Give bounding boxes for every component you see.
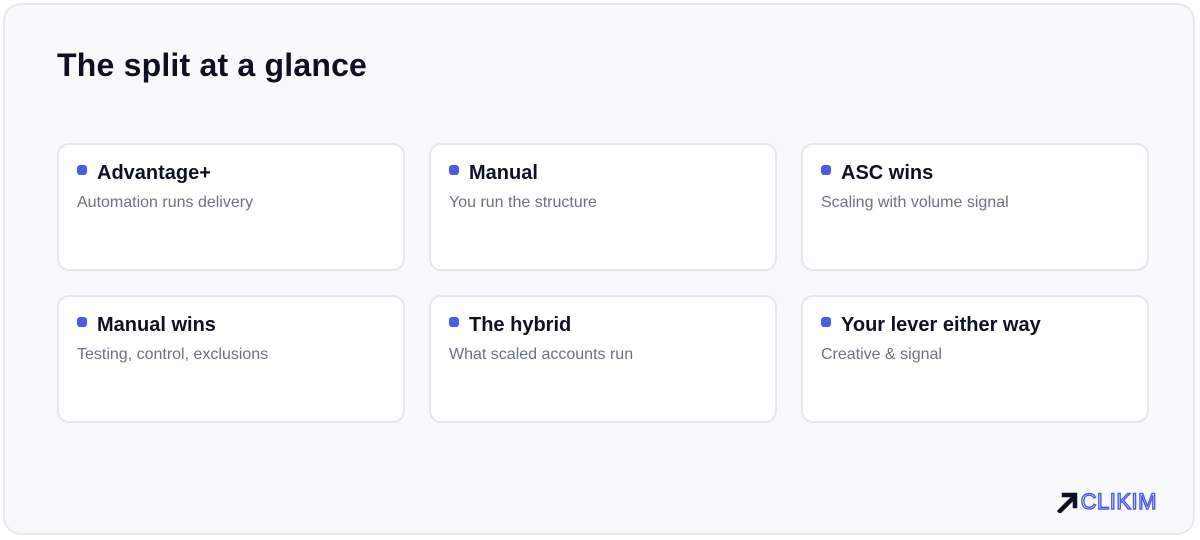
card-header: The hybrid <box>449 313 757 337</box>
card-header: Your lever either way <box>821 313 1129 337</box>
page-title: The split at a glance <box>57 47 368 83</box>
card-subtitle: Creative & signal <box>821 346 942 363</box>
bullet-icon <box>77 317 87 327</box>
bullet-icon <box>77 165 87 175</box>
card-grid: Advantage+ Automation runs delivery Manu… <box>57 143 1149 423</box>
card-advantage-plus: Advantage+ Automation runs delivery <box>57 143 405 271</box>
slide-frame: The split at a glance Advantage+ Automat… <box>3 3 1195 535</box>
card-header: Manual wins <box>77 313 385 337</box>
card-header: ASC wins <box>821 161 1129 185</box>
card-title: The hybrid <box>469 314 572 336</box>
card-the-hybrid: The hybrid What scaled accounts run <box>429 295 777 423</box>
logo-text: CLIKIM <box>1080 489 1157 514</box>
card-title: ASC wins <box>841 162 934 184</box>
card-subtitle: Scaling with volume signal <box>821 194 1009 211</box>
card-header: Advantage+ <box>77 161 385 185</box>
brand-logo: CLIKIM <box>1056 489 1157 514</box>
card-subtitle: Testing, control, exclusions <box>77 346 269 363</box>
card-title: Advantage+ <box>97 162 211 184</box>
card-subtitle: You run the structure <box>449 194 597 211</box>
bullet-icon <box>449 317 459 327</box>
arrow-up-right-icon <box>1056 492 1077 513</box>
card-subtitle: What scaled accounts run <box>449 346 634 363</box>
card-title: Your lever either way <box>841 314 1041 336</box>
card-header: Manual <box>449 161 757 185</box>
card-manual: Manual You run the structure <box>429 143 777 271</box>
bullet-icon <box>821 317 831 327</box>
bullet-icon <box>449 165 459 175</box>
card-asc-wins: ASC wins Scaling with volume signal <box>801 143 1149 271</box>
bullet-icon <box>821 165 831 175</box>
card-subtitle: Automation runs delivery <box>77 194 254 211</box>
card-manual-wins: Manual wins Testing, control, exclusions <box>57 295 405 423</box>
card-your-lever: Your lever either way Creative & signal <box>801 295 1149 423</box>
card-title: Manual wins <box>97 314 216 336</box>
card-title: Manual <box>469 162 538 184</box>
